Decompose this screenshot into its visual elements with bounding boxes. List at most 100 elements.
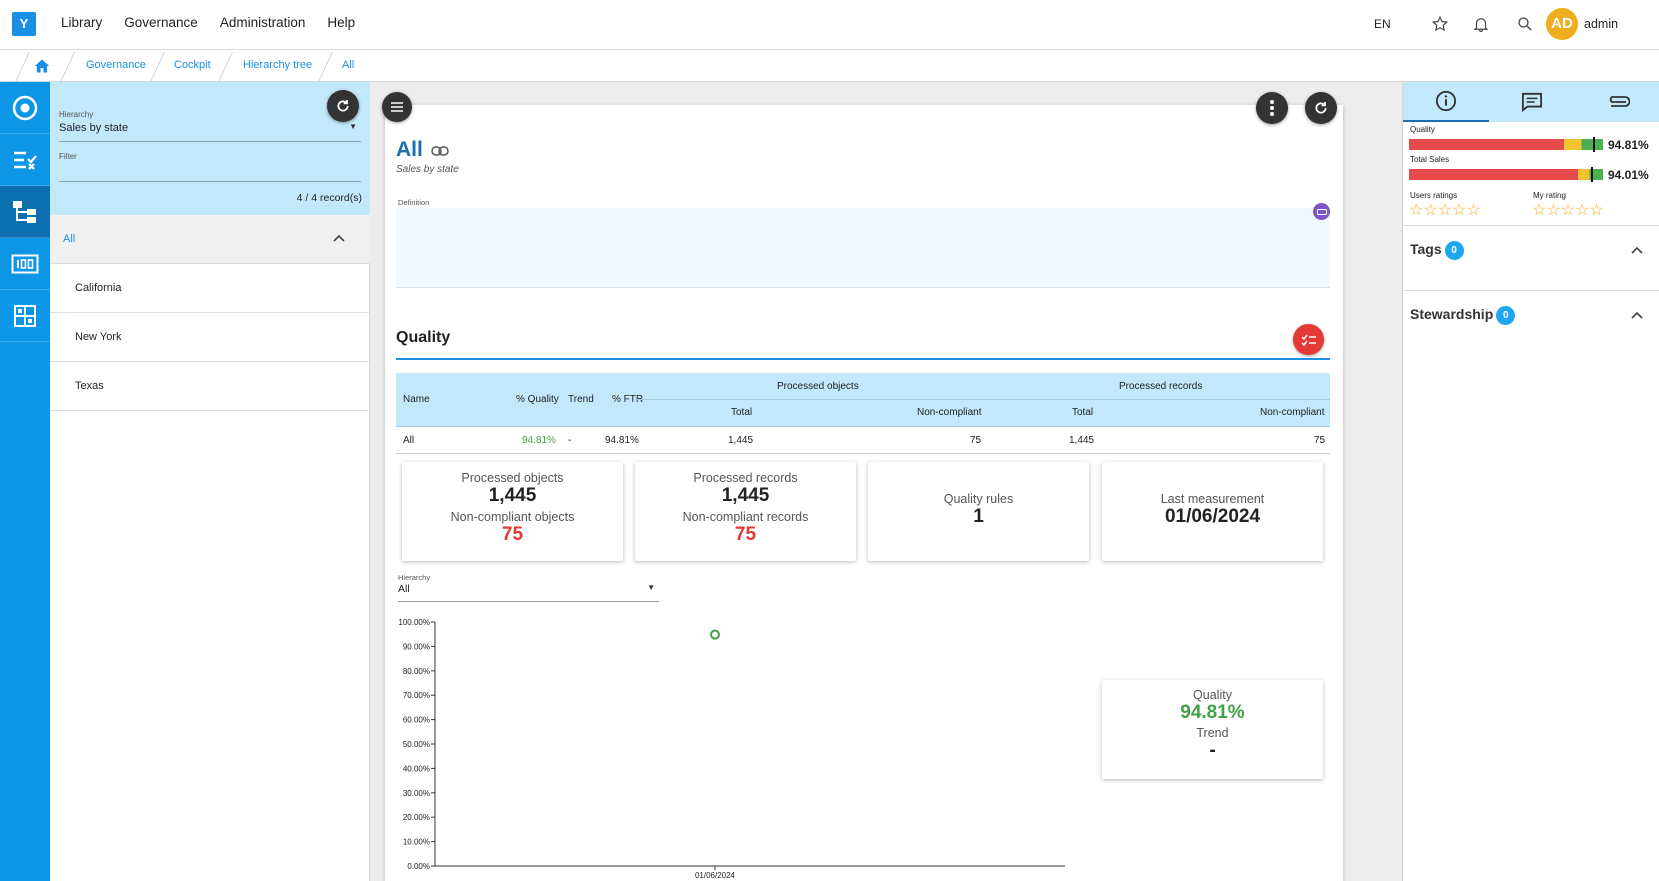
quality-indicator-value: 94.81% bbox=[1608, 138, 1649, 152]
detail-card: All Sales by state Definition Quality Na… bbox=[382, 92, 1343, 881]
col-pct-quality[interactable]: % Quality bbox=[516, 394, 559, 405]
breadcrumb-separator bbox=[150, 52, 165, 82]
refresh-button[interactable] bbox=[1305, 92, 1337, 124]
processed-records-card: Processed records 1,445 Non-compliant re… bbox=[635, 462, 856, 561]
tab-comments[interactable] bbox=[1489, 82, 1575, 122]
tree-node-california[interactable]: California bbox=[50, 264, 370, 313]
col-objects-non-compliant[interactable]: Non-compliant bbox=[917, 407, 981, 418]
star-icon[interactable] bbox=[1431, 15, 1449, 33]
nav-rules[interactable] bbox=[0, 134, 50, 186]
record-count: 4 / 4 record(s) bbox=[296, 192, 362, 204]
col-name[interactable]: Name bbox=[403, 394, 430, 405]
refresh-icon bbox=[337, 100, 349, 112]
stat-value: 75 bbox=[501, 524, 524, 545]
col-records-non-compliant[interactable]: Non-compliant bbox=[1260, 407, 1324, 418]
definition-field[interactable] bbox=[396, 208, 1330, 288]
breadcrumb-separator bbox=[318, 52, 333, 82]
breadcrumb-cockpit[interactable]: Cockpit bbox=[174, 59, 211, 71]
my-rating-label: My rating bbox=[1533, 191, 1566, 200]
page-subtitle: Sales by state bbox=[396, 164, 459, 175]
nav-dashboard[interactable] bbox=[0, 290, 50, 342]
col-objects-total[interactable]: Total bbox=[731, 407, 752, 418]
stat-value: 01/06/2024 bbox=[1164, 506, 1261, 527]
more-vert-icon bbox=[1270, 100, 1274, 116]
language-selector[interactable]: EN bbox=[1374, 17, 1391, 31]
breadcrumb-separator bbox=[60, 52, 75, 82]
chart-hierarchy-select[interactable]: All ▼ bbox=[398, 583, 659, 602]
gauge-marker bbox=[1592, 137, 1595, 152]
score-icon bbox=[11, 254, 39, 273]
page-title: All bbox=[396, 138, 423, 161]
y-tick-label: 70.00% bbox=[403, 691, 430, 700]
menu-library[interactable]: Library bbox=[61, 15, 102, 30]
right-info-panel: Quality 94.81% Total Sales 94.01% Users … bbox=[1402, 82, 1659, 881]
users-ratings-label: Users ratings bbox=[1410, 191, 1458, 200]
nav-scores[interactable] bbox=[0, 238, 50, 290]
breadcrumb-hierarchy-tree[interactable]: Hierarchy tree bbox=[243, 59, 312, 71]
main-menu: Library Governance Administration Help bbox=[61, 15, 355, 30]
my-rating-stars[interactable]: ☆☆☆☆☆ bbox=[1532, 200, 1604, 220]
stat-value: 1 bbox=[973, 506, 984, 527]
hierarchy-panel: Hierarchy Sales by state ▼ Filter 4 / 4 … bbox=[50, 82, 370, 881]
chevron-down-icon: ▼ bbox=[349, 122, 357, 131]
nav-hierarchy-tree[interactable] bbox=[0, 186, 50, 238]
breadcrumb-all[interactable]: All bbox=[342, 59, 354, 71]
menu-administration[interactable]: Administration bbox=[220, 15, 306, 30]
hierarchy-icon bbox=[13, 200, 36, 223]
hierarchy-select[interactable]: Sales by state ▼ bbox=[59, 122, 361, 142]
bell-icon[interactable] bbox=[1472, 15, 1490, 33]
table-row[interactable]: All 94.81% - 94.81% 1,445 75 1,445 75 bbox=[396, 427, 1330, 454]
hierarchy-filter-panel: Hierarchy Sales by state ▼ Filter 4 / 4 … bbox=[50, 82, 370, 215]
link-icon[interactable] bbox=[431, 146, 449, 156]
chart-hierarchy-label: Hierarchy bbox=[398, 573, 431, 582]
cell-objects-non-compliant: 75 bbox=[970, 435, 982, 446]
tab-attachments[interactable] bbox=[1575, 82, 1659, 122]
stewardship-section-header[interactable]: Stewardship 0 bbox=[1410, 306, 1516, 325]
filter-input[interactable] bbox=[59, 162, 361, 182]
avatar[interactable]: AD bbox=[1546, 8, 1578, 40]
data-point bbox=[710, 629, 720, 640]
tab-info[interactable] bbox=[1403, 82, 1489, 122]
chevron-up-icon[interactable] bbox=[1631, 246, 1643, 254]
more-options-button[interactable] bbox=[1256, 92, 1288, 124]
chevron-up-icon[interactable] bbox=[333, 234, 345, 242]
tree-node-texas[interactable]: Texas bbox=[50, 362, 370, 411]
col-group-processed-records: Processed records bbox=[1119, 381, 1203, 392]
quality-indicator-label: Quality bbox=[1410, 125, 1435, 134]
username[interactable]: admin bbox=[1584, 17, 1618, 31]
breadcrumb-separator bbox=[218, 52, 233, 82]
tree-node-new-york[interactable]: New York bbox=[50, 313, 370, 362]
stewardship-label: Stewardship bbox=[1410, 306, 1494, 323]
nav-overview[interactable] bbox=[0, 82, 50, 134]
quality-rules-button[interactable] bbox=[1293, 324, 1324, 355]
table-header: Name % Quality Trend % FTR Processed obj… bbox=[396, 373, 1330, 427]
stat-value: 75 bbox=[734, 524, 757, 545]
col-trend[interactable]: Trend bbox=[568, 394, 594, 405]
stat-label: Non-compliant records bbox=[682, 510, 809, 524]
menu-governance[interactable]: Governance bbox=[124, 15, 198, 30]
y-tick-label: 0.00% bbox=[407, 862, 430, 871]
gauge-track bbox=[1409, 139, 1603, 150]
stat-value: 94.81% bbox=[1180, 702, 1245, 723]
search-icon[interactable] bbox=[1516, 15, 1534, 33]
y-tick-label: 40.00% bbox=[403, 764, 430, 773]
menu-help[interactable]: Help bbox=[327, 15, 355, 30]
menu-lines-icon bbox=[391, 102, 403, 112]
refresh-tree-button[interactable] bbox=[327, 90, 359, 122]
app-logo[interactable]: Y bbox=[12, 12, 36, 36]
chevron-up-icon[interactable] bbox=[1631, 311, 1643, 319]
keyboard-icon bbox=[1316, 208, 1327, 215]
paperclip-icon bbox=[1609, 96, 1630, 107]
stat-label: Quality rules bbox=[943, 492, 1014, 506]
edit-definition-button[interactable] bbox=[1313, 203, 1330, 220]
stat-label: Processed objects bbox=[461, 471, 564, 485]
col-records-total[interactable]: Total bbox=[1072, 407, 1093, 418]
chevron-down-icon: ▼ bbox=[647, 583, 655, 592]
tree-node-label: All bbox=[63, 233, 76, 245]
toggle-panel-button[interactable] bbox=[382, 92, 412, 122]
tags-section-header[interactable]: Tags 0 bbox=[1410, 241, 1464, 260]
home-icon[interactable] bbox=[33, 58, 51, 74]
stat-label: Last measurement bbox=[1160, 492, 1265, 506]
tree-node-all[interactable]: All bbox=[50, 215, 370, 264]
breadcrumb-governance[interactable]: Governance bbox=[86, 59, 146, 71]
